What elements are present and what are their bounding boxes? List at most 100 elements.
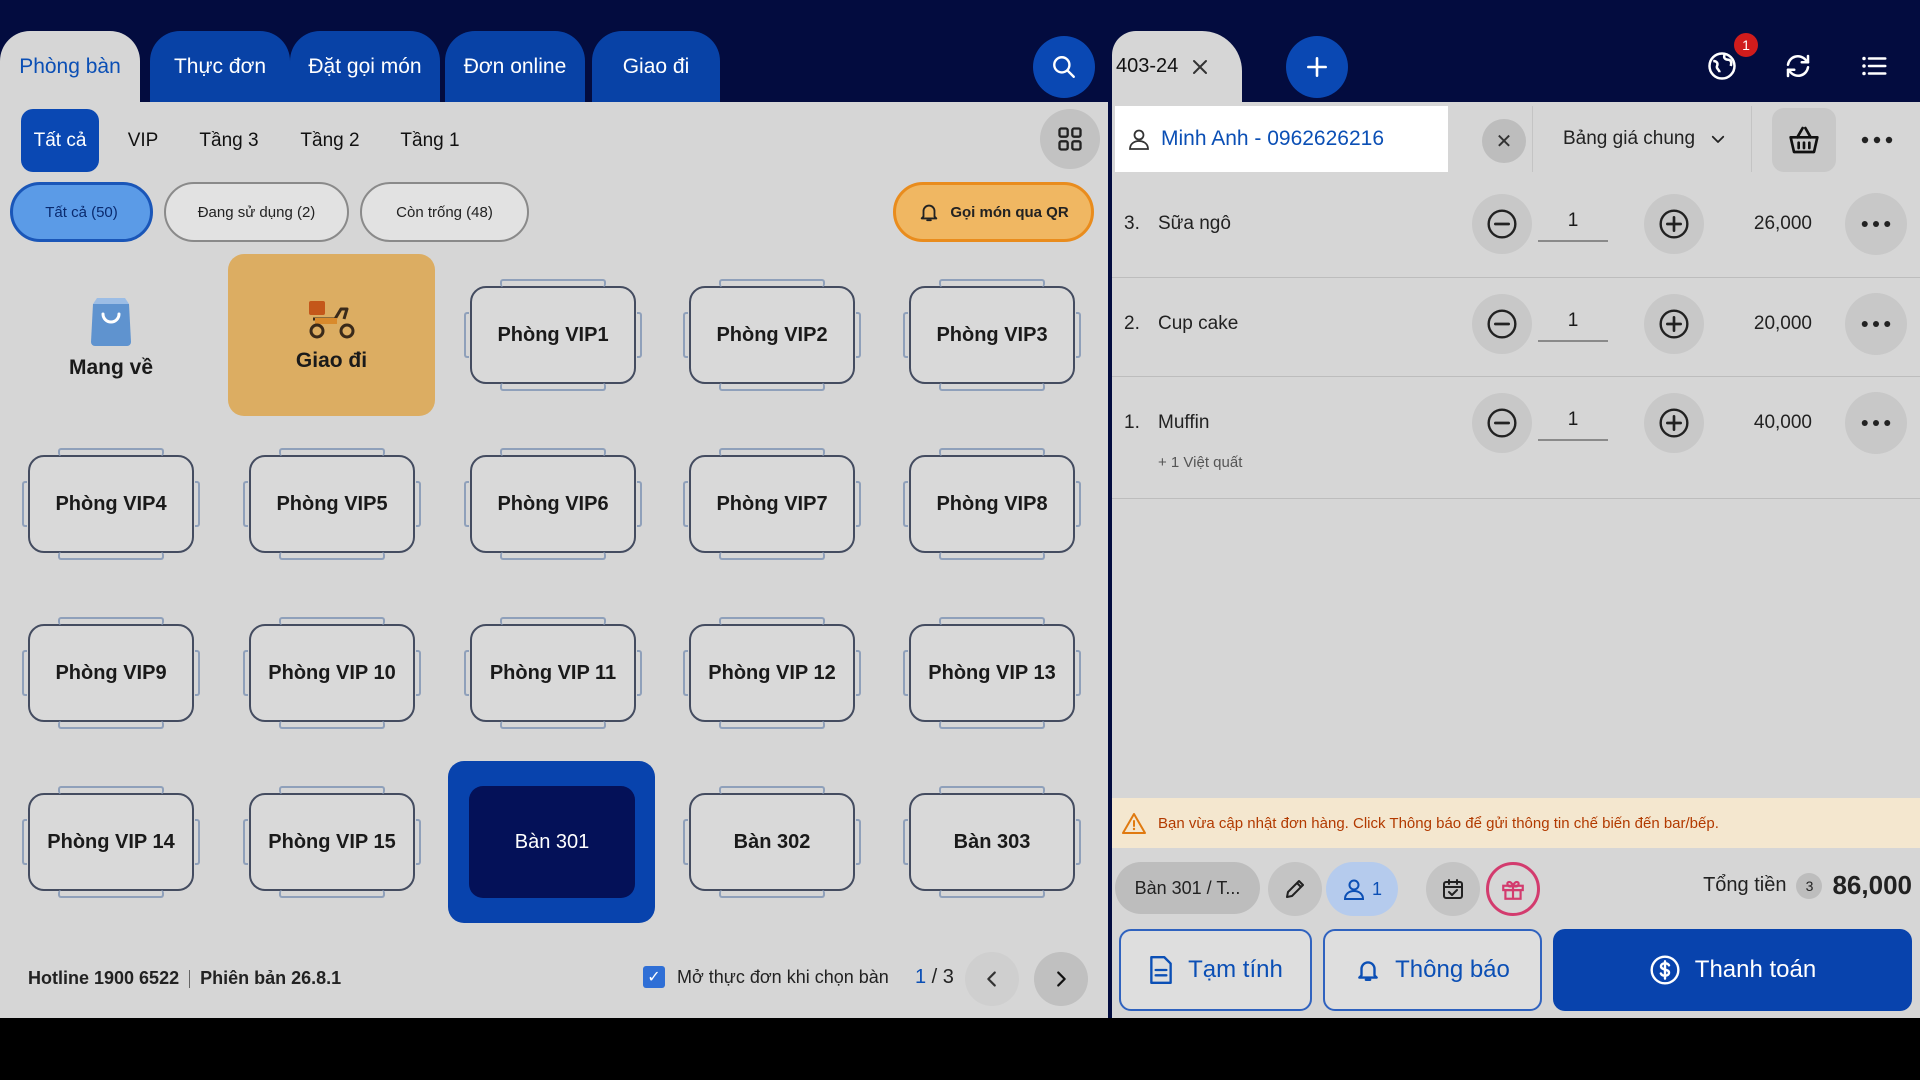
area-vip[interactable]: VIP	[112, 109, 174, 172]
item-name: Muffin	[1158, 412, 1210, 433]
table-tile[interactable]: Phòng VIP 13	[903, 617, 1081, 729]
grid-view-button[interactable]	[1040, 109, 1100, 169]
clear-customer-button[interactable]: ✕	[1482, 119, 1526, 163]
item-more-button[interactable]	[1845, 392, 1907, 454]
minus-circle-icon	[1487, 209, 1517, 239]
tab-menu[interactable]: Thực đơn	[150, 31, 290, 102]
tab-delivery[interactable]: Giao đi	[592, 31, 720, 102]
order-item[interactable]: 1. Muffin + 1 Việt quất 1 40,000	[1112, 377, 1920, 499]
table-name: Phòng VIP2	[716, 323, 828, 346]
table-tile[interactable]: Phòng VIP 14	[22, 786, 200, 898]
table-name: Bàn 302	[733, 830, 811, 853]
order-item[interactable]: 3. Sữa ngô 1 26,000	[1112, 176, 1920, 278]
table-tile[interactable]: Phòng VIP 11	[464, 617, 642, 729]
quantity-field[interactable]: 1	[1538, 302, 1608, 342]
tab-rooms[interactable]: Phòng bàn	[0, 31, 140, 102]
table-name: Phòng VIP4	[55, 492, 167, 515]
prev-page-button[interactable]	[965, 952, 1019, 1006]
sync-button[interactable]	[1778, 46, 1818, 86]
add-order-button[interactable]	[1286, 36, 1348, 98]
hotline: Hotline 1900 6522	[28, 968, 180, 988]
filter-in-use[interactable]: Đang sử dụng (2)	[164, 182, 349, 242]
table-name: Phòng VIP 15	[268, 830, 396, 853]
total-label: Tổng tiền	[1703, 874, 1787, 896]
table-tile[interactable]: Phòng VIP5	[243, 448, 421, 560]
customer-field[interactable]: Minh Anh - 0962626216	[1115, 106, 1448, 172]
more-horizontal-icon	[1861, 221, 1891, 227]
quantity-field[interactable]: 1	[1538, 401, 1608, 441]
table-tile[interactable]: Phòng VIP 15	[243, 786, 421, 898]
table-name: Phòng VIP 13	[928, 661, 1056, 684]
tab-online-orders[interactable]: Đơn online	[445, 31, 585, 102]
filter-all[interactable]: Tất cả (50)	[10, 182, 153, 242]
next-page-button[interactable]	[1034, 952, 1088, 1006]
schedule-button[interactable]	[1426, 862, 1480, 916]
quantity-field[interactable]: 1	[1538, 202, 1608, 242]
increase-qty-button[interactable]	[1644, 194, 1704, 254]
guest-count-button[interactable]: 1	[1326, 862, 1398, 916]
area-floor-1[interactable]: Tầng 1	[390, 109, 470, 172]
increase-qty-button[interactable]	[1644, 294, 1704, 354]
table-tile[interactable]: Phòng VIP9	[22, 617, 200, 729]
table-tile[interactable]: Phòng VIP8	[903, 448, 1081, 560]
open-menu-toggle[interactable]: ✓ Mở thực đơn khi chọn bàn	[643, 966, 889, 988]
page-separator: /	[926, 966, 943, 988]
basket-button[interactable]	[1772, 108, 1836, 172]
table-tile[interactable]: Bàn 302	[683, 786, 861, 898]
tab-reservation[interactable]: Đặt gọi món	[290, 31, 440, 102]
checkbox-checked-icon[interactable]: ✓	[643, 966, 665, 988]
increase-qty-button[interactable]	[1644, 393, 1704, 453]
total-amount: 86,000	[1832, 870, 1912, 900]
table-name: Phòng VIP 12	[708, 661, 836, 684]
decrease-qty-button[interactable]	[1472, 194, 1532, 254]
qr-order-button[interactable]: Gọi món qua QR	[893, 182, 1094, 242]
table-tile[interactable]: Phòng VIP6	[464, 448, 642, 560]
decrease-qty-button[interactable]	[1472, 393, 1532, 453]
table-name: Phòng VIP 11	[489, 661, 617, 684]
menu-list-button[interactable]	[1854, 46, 1894, 86]
order-tab[interactable]: 403-24	[1112, 31, 1242, 102]
plus-circle-icon	[1659, 408, 1689, 438]
table-name: Phòng VIP6	[497, 492, 609, 515]
area-floor-3[interactable]: Tầng 3	[188, 109, 270, 172]
item-index: 3.	[1124, 213, 1140, 234]
delivery-tile[interactable]: Giao đi	[228, 254, 435, 416]
update-warning: Bạn vừa cập nhật đơn hàng. Click Thông b…	[1112, 798, 1920, 848]
edit-note-button[interactable]	[1268, 862, 1322, 916]
table-tile[interactable]: Phòng VIP1	[464, 279, 642, 391]
order-tab-label: 403-24	[1116, 55, 1179, 77]
payment-button[interactable]: Thanh toán	[1553, 929, 1912, 1011]
decrease-qty-button[interactable]	[1472, 294, 1532, 354]
area-all[interactable]: Tất cả	[21, 109, 99, 172]
order-item[interactable]: 2. Cup cake 1 20,000	[1112, 278, 1920, 377]
close-icon[interactable]	[1192, 59, 1208, 75]
price-book-select[interactable]: Bảng giá chung	[1532, 106, 1752, 172]
table-tile[interactable]: Bàn 303	[903, 786, 1081, 898]
calendar-check-icon	[1443, 879, 1463, 899]
more-options-button[interactable]	[1852, 120, 1902, 160]
item-more-button[interactable]	[1845, 293, 1907, 355]
gift-button[interactable]	[1486, 862, 1540, 916]
area-floor-2[interactable]: Tầng 2	[290, 109, 370, 172]
notify-kitchen-button[interactable]: Thông báo	[1323, 929, 1542, 1011]
table-tile[interactable]: Phòng VIP7	[683, 448, 861, 560]
globe-icon	[1708, 52, 1736, 80]
footer-info: Hotline 1900 6522 Phiên bản 26.8.1	[28, 968, 341, 989]
table-tile[interactable]: Phòng VIP 12	[683, 617, 861, 729]
table-tile[interactable]: Phòng VIP 10	[243, 617, 421, 729]
table-selector[interactable]: Bàn 301 / T...	[1115, 862, 1260, 914]
bell-icon	[1358, 961, 1378, 981]
takeaway-tile[interactable]: Mang về	[28, 256, 194, 416]
provisional-bill-button[interactable]: Tạm tính	[1119, 929, 1312, 1011]
item-more-button[interactable]	[1845, 193, 1907, 255]
filter-empty[interactable]: Còn trống (48)	[360, 182, 529, 242]
selected-table-tile[interactable]: Bàn 301	[469, 786, 635, 898]
minus-circle-icon	[1487, 309, 1517, 339]
table-name: Phòng VIP 14	[47, 830, 175, 853]
table-tile[interactable]: Phòng VIP2	[683, 279, 861, 391]
more-horizontal-icon	[1861, 321, 1891, 327]
more-horizontal-icon	[1861, 136, 1893, 144]
table-tile[interactable]: Phòng VIP4	[22, 448, 200, 560]
search-button[interactable]	[1033, 36, 1095, 98]
table-tile[interactable]: Phòng VIP3	[903, 279, 1081, 391]
